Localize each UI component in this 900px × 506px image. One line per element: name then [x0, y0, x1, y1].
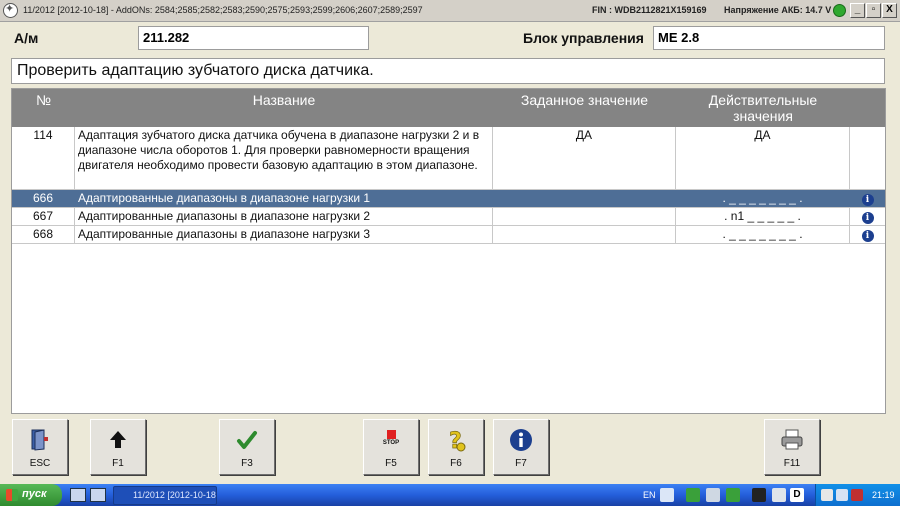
network-icon[interactable]	[821, 489, 833, 501]
instruction-text: Проверить адаптацию зубчатого диска датч…	[11, 58, 885, 84]
info-icon	[494, 428, 548, 454]
table-row[interactable]: 667 Адаптированные диапазоны в диапазоне…	[12, 208, 885, 226]
arrow-up-icon	[91, 428, 145, 454]
title-bar: 11/2012 [2012-10-18] - AddONs: 2584;2585…	[0, 0, 900, 22]
app-window: 11/2012 [2012-10-18] - AddONs: 2584;2585…	[0, 0, 900, 506]
f3-button[interactable]: F3	[219, 419, 275, 475]
help-icon: ?	[429, 428, 483, 454]
quicklaunch-keyboard-icon[interactable]	[70, 488, 86, 502]
start-label: пуск	[22, 488, 47, 500]
row-info-cell: i	[850, 208, 885, 225]
column-header-specified: Заданное значение	[520, 92, 649, 108]
values-table: № Название Заданное значение Действитель…	[11, 88, 886, 414]
ecu-field: ME 2.8	[653, 26, 885, 50]
fin-label: FIN : WDB2112821X159169	[592, 5, 707, 15]
row-name: Адаптированные диапазоны в диапазоне наг…	[75, 190, 493, 207]
restore-button[interactable]: ▫	[866, 3, 881, 18]
info-icon[interactable]: i	[861, 194, 874, 206]
vehicle-label: А/м	[14, 30, 39, 46]
row-actual-value: . _ _ _ _ _ _ _ .	[676, 226, 850, 243]
row-actual-value: . n1 _ _ _ _ _ .	[676, 208, 850, 225]
stop-icon: STOP	[364, 428, 418, 454]
f6-button[interactable]: ? F6	[428, 419, 484, 475]
column-header-number: №	[35, 92, 52, 108]
info-icon[interactable]: i	[861, 230, 874, 242]
printer-icon	[765, 428, 819, 454]
tray-app-icon[interactable]	[772, 488, 786, 502]
battery-voltage: Напряжение АКБ: 14.7 V	[724, 5, 832, 15]
row-name: Адаптированные диапазоны в диапазоне наг…	[75, 208, 493, 225]
f7-button[interactable]: F7	[493, 419, 549, 475]
tray-letter-d[interactable]: D	[790, 488, 804, 502]
column-header-name: Название	[252, 92, 316, 108]
f5-button[interactable]: STOP F5	[363, 419, 419, 475]
row-info-cell: i	[850, 226, 885, 243]
row-info-cell: i	[850, 190, 885, 207]
language-indicator[interactable]: EN	[643, 490, 656, 500]
row-number: 668	[12, 226, 75, 243]
row-specified-value	[493, 208, 676, 225]
info-icon[interactable]: i	[861, 212, 874, 224]
f1-key-label: F1	[112, 458, 124, 469]
exit-door-icon	[13, 428, 67, 454]
f11-key-label: F11	[783, 458, 801, 469]
task-label: 11/2012 [2012-10-18...	[133, 490, 217, 500]
tray-app-icon[interactable]	[752, 488, 766, 502]
tray-monitor-icon[interactable]	[836, 489, 848, 501]
row-specified-value	[493, 190, 676, 207]
esc-key-label: ESC	[29, 458, 51, 469]
table-row[interactable]: 114 Адаптация зубчатого диска датчика об…	[12, 127, 885, 190]
tray-app-icon[interactable]	[660, 488, 674, 502]
row-actual-value: . _ _ _ _ _ _ _ .	[676, 190, 850, 207]
vehicle-field: 211.282	[138, 26, 369, 50]
windows-logo-icon	[6, 489, 18, 501]
column-header-actual: Действительные значения	[708, 92, 818, 124]
tray-app-icon[interactable]	[726, 488, 740, 502]
close-button[interactable]: X	[882, 3, 897, 18]
start-button[interactable]: пуск	[0, 484, 62, 506]
tray-app-icon[interactable]	[706, 488, 720, 502]
quicklaunch-keyboard-icon[interactable]	[90, 488, 106, 502]
clock: 21:19	[872, 490, 895, 500]
row-specified-value	[493, 226, 676, 243]
stop-icon-text: STOP	[382, 440, 400, 446]
taskbar-item-diagnostic-app[interactable]: 11/2012 [2012-10-18...	[113, 486, 217, 505]
row-actual-value: ДА	[676, 127, 850, 189]
row-info-cell	[850, 127, 885, 189]
row-name: Адаптация зубчатого диска датчика обучен…	[75, 127, 493, 189]
table-header: № Название Заданное значение Действитель…	[12, 89, 885, 127]
row-name: Адаптированные диапазоны в диапазоне наг…	[75, 226, 493, 243]
ecu-label: Блок управления	[523, 30, 644, 46]
f3-key-label: F3	[241, 458, 253, 469]
table-row-selected[interactable]: 666 Адаптированные диапазоны в диапазоне…	[12, 190, 885, 208]
tray-security-icon[interactable]	[851, 489, 863, 501]
minimize-button[interactable]: _	[850, 3, 865, 18]
taskbar: пуск 11/2012 [2012-10-18... EN D 21:19	[0, 484, 900, 506]
mercedes-star-icon	[3, 2, 18, 18]
f7-key-label: F7	[515, 458, 527, 469]
row-number: 666	[12, 190, 75, 207]
table-row[interactable]: 668 Адаптированные диапазоны в диапазоне…	[12, 226, 885, 244]
row-specified-value: ДА	[493, 127, 676, 189]
tray-app-icon[interactable]	[686, 488, 700, 502]
f1-button[interactable]: F1	[90, 419, 146, 475]
f5-key-label: F5	[385, 458, 397, 469]
f11-button[interactable]: F11	[764, 419, 820, 475]
esc-button[interactable]: ESC	[12, 419, 68, 475]
window-title: 11/2012 [2012-10-18] - AddONs: 2584;2585…	[23, 5, 423, 15]
row-number: 114	[12, 127, 75, 189]
check-icon	[220, 428, 274, 454]
battery-status-icon	[833, 4, 846, 17]
f6-key-label: F6	[450, 458, 462, 469]
row-number: 667	[12, 208, 75, 225]
